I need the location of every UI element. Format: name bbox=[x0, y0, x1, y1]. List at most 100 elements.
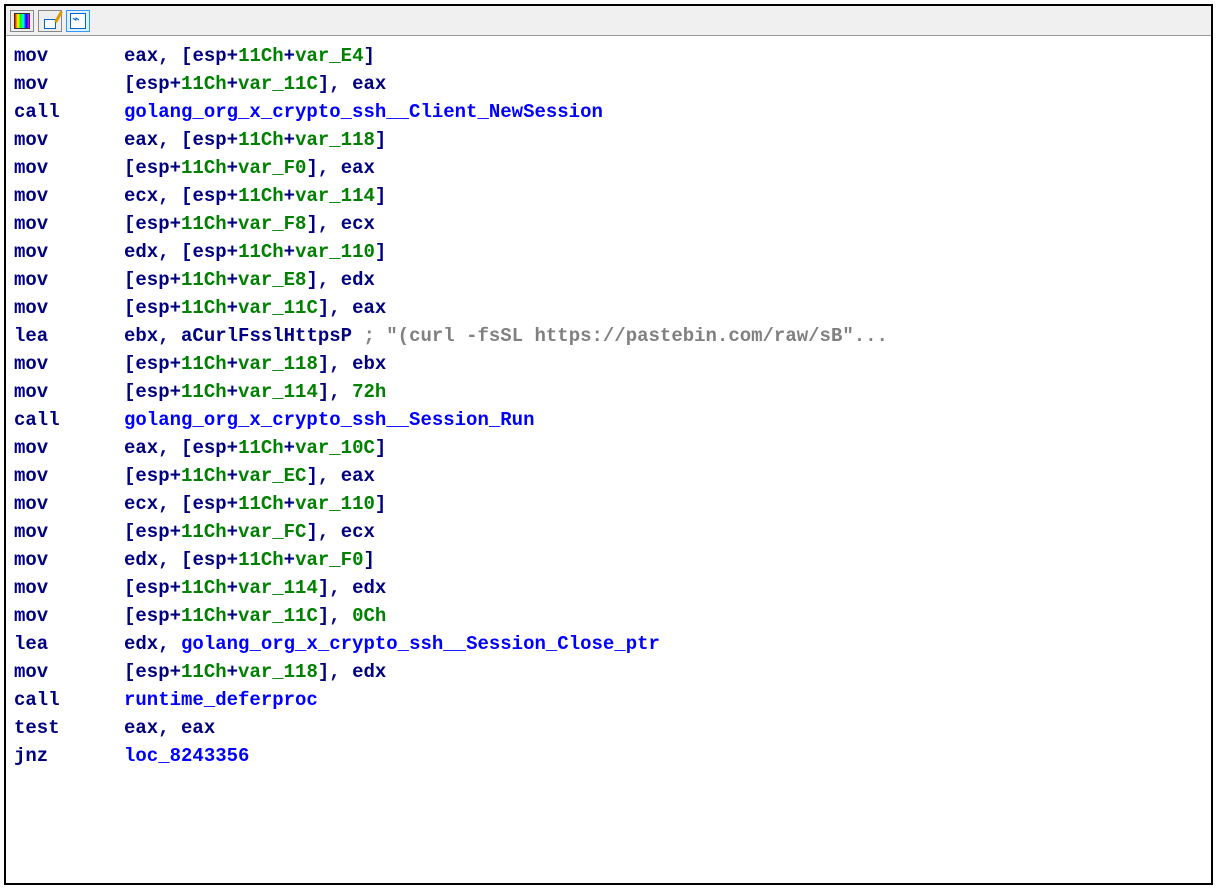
tok-reg: ebx bbox=[352, 353, 386, 375]
graph-button[interactable] bbox=[66, 10, 90, 32]
tok-reg: esp bbox=[192, 241, 226, 263]
tok-reg: eax bbox=[124, 717, 158, 739]
asm-line[interactable]: leaedx, golang_org_x_crypto_ssh__Session… bbox=[14, 630, 1203, 658]
tok-pct: + bbox=[170, 269, 181, 291]
mnemonic: mov bbox=[14, 350, 124, 378]
asm-line[interactable]: moveax, [esp+11Ch+var_E4] bbox=[14, 42, 1203, 70]
graph-icon bbox=[70, 13, 86, 29]
tok-reg: esp bbox=[135, 661, 169, 683]
tok-reg: esp bbox=[135, 465, 169, 487]
tok-var: var_11C bbox=[238, 297, 318, 319]
tok-var: var_110 bbox=[295, 241, 375, 263]
asm-line[interactable]: leaebx, aCurlFsslHttpsP ; "(curl -fsSL h… bbox=[14, 322, 1203, 350]
mnemonic: call bbox=[14, 686, 124, 714]
tok-pct: ], bbox=[306, 157, 340, 179]
tok-fn: golang_org_x_crypto_ssh__Session_Close_p… bbox=[181, 633, 660, 655]
asm-line[interactable]: mov[esp+11Ch+var_114], edx bbox=[14, 574, 1203, 602]
asm-line[interactable]: mov[esp+11Ch+var_11C], 0Ch bbox=[14, 602, 1203, 630]
tok-pct: + bbox=[170, 213, 181, 235]
tok-pct: + bbox=[227, 269, 238, 291]
tok-num: 11Ch bbox=[181, 297, 227, 319]
asm-line[interactable]: movedx, [esp+11Ch+var_110] bbox=[14, 238, 1203, 266]
tok-num: 72h bbox=[352, 381, 386, 403]
tok-pct: ], bbox=[306, 465, 340, 487]
mnemonic: mov bbox=[14, 546, 124, 574]
tok-pct: + bbox=[284, 185, 295, 207]
asm-line[interactable]: movecx, [esp+11Ch+var_110] bbox=[14, 490, 1203, 518]
tok-num: 11Ch bbox=[181, 577, 227, 599]
tok-var: var_F8 bbox=[238, 213, 306, 235]
tok-var: var_11C bbox=[238, 73, 318, 95]
colors-button[interactable] bbox=[10, 10, 34, 32]
asm-line[interactable]: callgolang_org_x_crypto_ssh__Client_NewS… bbox=[14, 98, 1203, 126]
asm-line[interactable]: mov[esp+11Ch+var_E8], edx bbox=[14, 266, 1203, 294]
tok-var: var_110 bbox=[295, 493, 375, 515]
asm-line[interactable]: mov[esp+11Ch+var_11C], eax bbox=[14, 70, 1203, 98]
tok-reg: esp bbox=[192, 129, 226, 151]
asm-line[interactable]: mov[esp+11Ch+var_118], edx bbox=[14, 658, 1203, 686]
tok-pct: ] bbox=[375, 493, 386, 515]
asm-line[interactable]: mov[esp+11Ch+var_118], ebx bbox=[14, 350, 1203, 378]
asm-line[interactable]: jnzloc_8243356 bbox=[14, 742, 1203, 770]
tok-pct: ], bbox=[318, 577, 352, 599]
tok-pct: ] bbox=[375, 129, 386, 151]
mnemonic: mov bbox=[14, 238, 124, 266]
tok-pct: + bbox=[227, 465, 238, 487]
tok-pct: + bbox=[227, 241, 238, 263]
tok-reg: ebx bbox=[124, 325, 158, 347]
asm-line[interactable]: movecx, [esp+11Ch+var_114] bbox=[14, 182, 1203, 210]
disassembly-view[interactable]: moveax, [esp+11Ch+var_E4]mov[esp+11Ch+va… bbox=[6, 36, 1211, 776]
tok-pct: , [ bbox=[158, 45, 192, 67]
asm-line[interactable]: mov[esp+11Ch+var_11C], eax bbox=[14, 294, 1203, 322]
tok-pct: [ bbox=[124, 297, 135, 319]
asm-line[interactable]: mov[esp+11Ch+var_F8], ecx bbox=[14, 210, 1203, 238]
tok-reg: esp bbox=[135, 73, 169, 95]
rainbow-icon bbox=[14, 13, 30, 29]
mnemonic: mov bbox=[14, 210, 124, 238]
tok-pct: [ bbox=[124, 521, 135, 543]
pencil-icon bbox=[42, 13, 58, 29]
tok-pct: , [ bbox=[158, 549, 192, 571]
tok-reg: eax bbox=[352, 297, 386, 319]
tok-reg: esp bbox=[135, 521, 169, 543]
tok-fn: golang_org_x_crypto_ssh__Session_Run bbox=[124, 409, 534, 431]
asm-line[interactable]: callgolang_org_x_crypto_ssh__Session_Run bbox=[14, 406, 1203, 434]
tok-fn: loc_8243356 bbox=[124, 745, 249, 767]
asm-line[interactable]: mov[esp+11Ch+var_F0], eax bbox=[14, 154, 1203, 182]
mnemonic: mov bbox=[14, 658, 124, 686]
asm-line[interactable]: mov[esp+11Ch+var_FC], ecx bbox=[14, 518, 1203, 546]
tok-num: 11Ch bbox=[181, 269, 227, 291]
tok-num: 11Ch bbox=[238, 129, 284, 151]
asm-line[interactable]: mov[esp+11Ch+var_114], 72h bbox=[14, 378, 1203, 406]
edit-button[interactable] bbox=[38, 10, 62, 32]
asm-line[interactable]: movedx, [esp+11Ch+var_F0] bbox=[14, 546, 1203, 574]
tok-pct: ] bbox=[375, 437, 386, 459]
tok-num: 11Ch bbox=[181, 381, 227, 403]
mnemonic: mov bbox=[14, 574, 124, 602]
tok-pct: + bbox=[170, 353, 181, 375]
asm-line[interactable]: mov[esp+11Ch+var_EC], eax bbox=[14, 462, 1203, 490]
tok-pct: [ bbox=[124, 661, 135, 683]
tok-pct: + bbox=[227, 185, 238, 207]
tok-num: 11Ch bbox=[238, 437, 284, 459]
tok-num: 0Ch bbox=[352, 605, 386, 627]
asm-line[interactable]: moveax, [esp+11Ch+var_10C] bbox=[14, 434, 1203, 462]
tok-num: 11Ch bbox=[181, 465, 227, 487]
tok-reg: esp bbox=[192, 493, 226, 515]
tok-reg: eax bbox=[341, 157, 375, 179]
tok-var: var_F0 bbox=[295, 549, 363, 571]
tok-pct: + bbox=[227, 129, 238, 151]
asm-line[interactable]: callruntime_deferproc bbox=[14, 686, 1203, 714]
mnemonic: mov bbox=[14, 602, 124, 630]
tok-num: 11Ch bbox=[181, 661, 227, 683]
tok-reg: esp bbox=[135, 213, 169, 235]
tok-pct: + bbox=[227, 213, 238, 235]
tok-num: 11Ch bbox=[181, 73, 227, 95]
mnemonic: mov bbox=[14, 182, 124, 210]
asm-line[interactable]: testeax, eax bbox=[14, 714, 1203, 742]
mnemonic: jnz bbox=[14, 742, 124, 770]
tok-pct: + bbox=[227, 297, 238, 319]
tok-reg: esp bbox=[135, 577, 169, 599]
asm-line[interactable]: moveax, [esp+11Ch+var_118] bbox=[14, 126, 1203, 154]
tok-reg: esp bbox=[192, 185, 226, 207]
